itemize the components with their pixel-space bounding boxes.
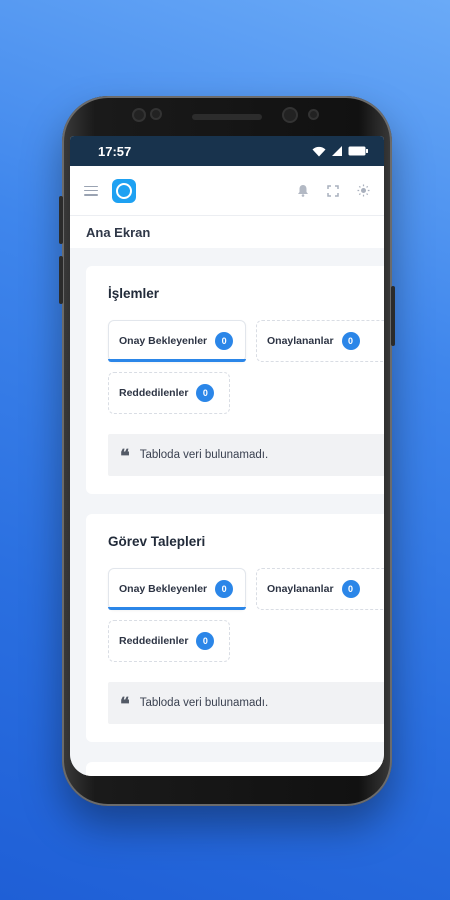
tab-label: Onaylananlar [267,583,334,595]
count-badge: 0 [341,580,360,598]
sensor-icon [310,111,317,118]
front-camera-icon [134,110,144,120]
power-button [391,286,395,346]
tab-label: Onay Bekleyenler [119,335,208,347]
tab-label: Onay Bekleyenler [119,583,208,595]
tab-onaylananlar[interactable]: Onaylananlar 0 [256,320,384,362]
fullscreen-icon[interactable] [327,184,339,197]
hamburger-icon[interactable] [84,185,98,196]
count-badge: 0 [196,384,215,402]
battery-icon [348,146,368,156]
section-card-partial [86,762,384,776]
page-title-bar: Ana Ekran [70,216,384,248]
empty-table-message: ❝ Tabloda veri bulunamadı. [108,434,384,476]
sun-icon[interactable] [357,184,370,197]
section-card-gorev-talepleri: Görev Talepleri Onay Bekleyenler 0 Onayl… [86,514,384,742]
phone-screen: 17:57 Ana Ekran İşlemler Onay Bekleyenle… [70,136,384,776]
tab-label: Onaylananlar [267,335,334,347]
count-badge: 0 [215,332,234,350]
wifi-icon [312,146,326,156]
bell-icon[interactable] [297,184,309,197]
volume-up-button [59,196,63,244]
signal-icon [332,146,342,156]
status-icons [312,146,368,157]
quote-icon: ❝ [120,694,130,715]
empty-table-message: ❝ Tabloda veri bulunamadı. [108,682,384,724]
section-title: Görev Talepleri [108,534,206,549]
count-badge: 0 [215,580,234,598]
tab-label: Reddedilenler [119,387,189,399]
count-badge: 0 [341,332,360,350]
page-title: Ana Ekran [86,224,151,240]
tab-onay-bekleyenler[interactable]: Onay Bekleyenler 0 [108,320,246,362]
section-card-islemler: İşlemler Onay Bekleyenler 0 Onaylananlar… [86,266,384,494]
status-time: 17:57 [98,143,132,159]
status-bar: 17:57 [70,136,384,166]
tab-reddedilenler[interactable]: Reddedilenler 0 [108,620,230,662]
app-bar [70,166,384,216]
app-logo-icon[interactable] [112,178,136,203]
sensor-icon [152,110,160,118]
quote-icon: ❝ [120,446,130,467]
section-title: İşlemler [108,286,160,301]
tab-onaylananlar[interactable]: Onaylananlar 0 [256,568,384,610]
empty-message-text: Tabloda veri bulunamadı. [139,697,269,709]
count-badge: 0 [196,632,215,650]
earpiece-speaker [192,114,262,120]
volume-down-button [59,256,63,304]
tab-label: Reddedilenler [119,635,189,647]
empty-message-text: Tabloda veri bulunamadı. [139,449,269,461]
tab-onay-bekleyenler[interactable]: Onay Bekleyenler 0 [108,568,246,610]
main-content: İşlemler Onay Bekleyenler 0 Onaylananlar… [70,248,384,776]
tab-reddedilenler[interactable]: Reddedilenler 0 [108,372,230,414]
camera-lens-icon [284,109,296,121]
